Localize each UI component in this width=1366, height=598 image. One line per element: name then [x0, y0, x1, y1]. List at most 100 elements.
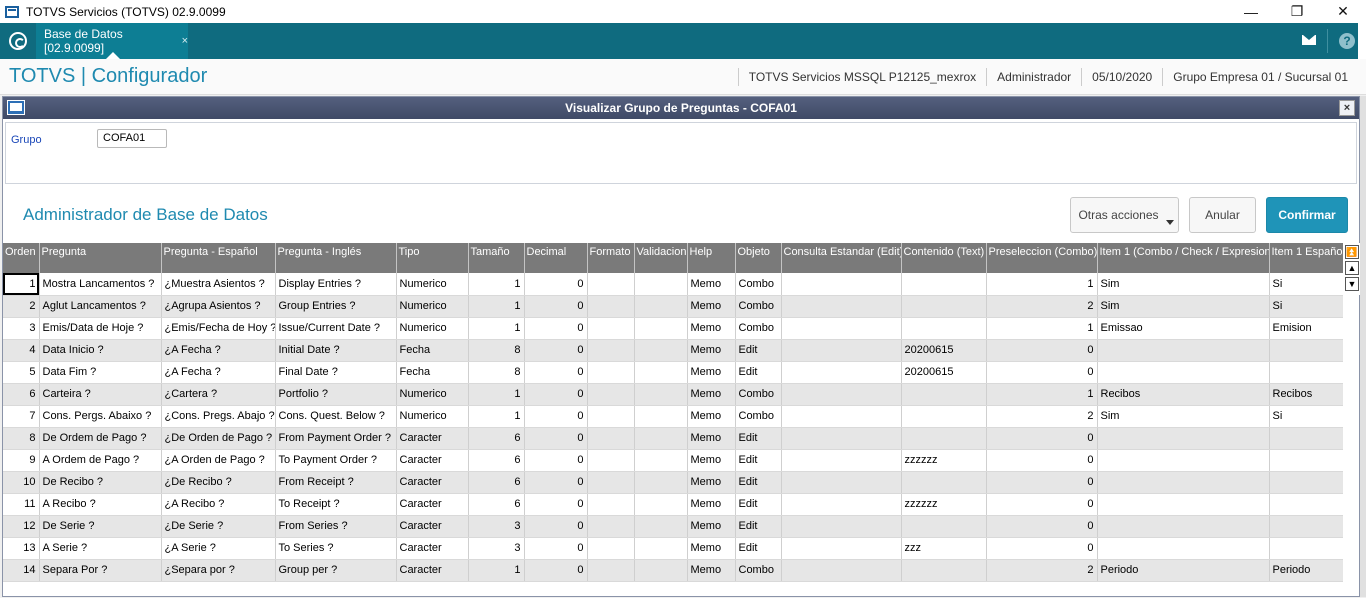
table-cell[interactable]: Si — [1269, 295, 1343, 318]
table-cell[interactable] — [634, 449, 688, 472]
table-cell[interactable] — [587, 515, 635, 538]
table-cell[interactable] — [1097, 471, 1270, 494]
table-cell[interactable]: ¿Agrupa Asientos ? — [161, 295, 276, 318]
table-cell[interactable]: 2 — [3, 295, 40, 318]
table-cell[interactable] — [901, 383, 987, 406]
table-cell[interactable]: From Receipt ? — [275, 471, 397, 494]
table-cell[interactable]: ¿A Fecha ? — [161, 339, 276, 362]
table-cell[interactable] — [1269, 537, 1343, 560]
table-cell[interactable]: 13 — [3, 537, 40, 560]
table-row[interactable]: 1 Mostra Lancamentos ? ¿Muestra Asientos ?… — [3, 273, 1343, 296]
table-cell[interactable] — [634, 427, 688, 450]
table-row[interactable]: 4 Data Inicio ? ¿A Fecha ? Initial Date ? Fe… — [3, 339, 1343, 362]
table-cell[interactable]: Display Entries ? — [275, 273, 397, 296]
table-cell[interactable] — [781, 559, 902, 582]
table-cell[interactable]: A Recibo ? — [39, 493, 162, 516]
table-cell[interactable]: ¿Emis/Fecha de Hoy ? — [161, 317, 276, 340]
table-cell[interactable]: 0 — [524, 405, 588, 428]
column-header[interactable]: Orden — [3, 243, 40, 273]
table-cell[interactable]: Memo — [687, 449, 736, 472]
table-cell[interactable]: 0 — [986, 339, 1098, 362]
table-cell[interactable]: Recibos — [1269, 383, 1343, 406]
table-cell[interactable]: 0 — [986, 361, 1098, 384]
help-icon[interactable]: ? — [1339, 33, 1355, 49]
table-cell[interactable] — [1269, 361, 1343, 384]
table-row[interactable]: 12 De Serie ? ¿De Serie ? From Series ? Cara… — [3, 515, 1343, 538]
table-cell[interactable]: Memo — [687, 537, 736, 560]
questions-table[interactable]: Orden Pregunta Pregunta - Español Pregunta … — [3, 243, 1343, 582]
table-cell[interactable]: Edit — [735, 339, 782, 362]
table-cell[interactable]: Combo — [735, 559, 782, 582]
table-cell[interactable]: 0 — [524, 317, 588, 340]
table-cell[interactable]: 0 — [986, 471, 1098, 494]
table-cell[interactable] — [1269, 449, 1343, 472]
table-cell[interactable]: 0 — [524, 449, 588, 472]
table-row[interactable]: 11 A Recibo ? ¿A Recibo ? To Receipt ? Carac… — [3, 493, 1343, 516]
table-cell[interactable]: A Ordem de Pago ? — [39, 449, 162, 472]
totvs-logo-icon[interactable] — [9, 32, 27, 50]
table-row[interactable]: 3 Emis/Data de Hoje ? ¿Emis/Fecha de Hoy ?… — [3, 317, 1343, 340]
table-cell[interactable]: Edit — [735, 493, 782, 516]
tab-close-icon[interactable]: × — [182, 35, 188, 47]
table-cell[interactable] — [1097, 427, 1270, 450]
table-cell[interactable] — [901, 559, 987, 582]
minimize-icon[interactable]: — — [1228, 0, 1274, 23]
table-cell[interactable]: Numerico — [396, 405, 469, 428]
confirmar-button[interactable]: Confirmar — [1266, 197, 1348, 233]
table-cell[interactable] — [587, 317, 635, 340]
table-cell[interactable]: Memo — [687, 383, 736, 406]
table-cell[interactable]: Portfolio ? — [275, 383, 397, 406]
table-cell[interactable]: Sim — [1097, 405, 1270, 428]
table-cell[interactable]: ¿A Recibo ? — [161, 493, 276, 516]
table-cell[interactable]: 4 — [3, 339, 40, 362]
grupo-field[interactable]: COFA01 — [97, 129, 167, 148]
table-cell[interactable]: 3 — [468, 515, 525, 538]
table-cell[interactable]: Sim — [1097, 273, 1270, 296]
table-cell[interactable]: 14 — [3, 559, 40, 582]
table-cell[interactable]: 1 — [468, 559, 525, 582]
table-row[interactable]: 8 De Ordem de Pago ? ¿De Orden de Pago ? Fr… — [3, 427, 1343, 450]
table-cell[interactable]: Group per ? — [275, 559, 397, 582]
table-cell[interactable]: zzzzzz — [901, 449, 987, 472]
table-cell[interactable]: 0 — [524, 537, 588, 560]
table-cell[interactable]: 6 — [468, 449, 525, 472]
table-cell[interactable]: From Payment Order ? — [275, 427, 397, 450]
table-cell[interactable]: ¿A Orden de Pago ? — [161, 449, 276, 472]
table-cell[interactable] — [634, 317, 688, 340]
table-cell[interactable]: zzzzzz — [901, 493, 987, 516]
table-cell[interactable]: Memo — [687, 427, 736, 450]
table-cell[interactable] — [781, 273, 902, 296]
table-cell[interactable]: ¿Muestra Asientos ? — [161, 273, 276, 296]
table-cell[interactable]: ¿Separa por ? — [161, 559, 276, 582]
table-cell[interactable] — [781, 515, 902, 538]
table-cell[interactable]: Carteira ? — [39, 383, 162, 406]
table-cell[interactable]: Edit — [735, 537, 782, 560]
column-header[interactable]: Decimal — [524, 243, 588, 273]
table-cell[interactable] — [587, 537, 635, 560]
table-cell[interactable]: Edit — [735, 471, 782, 494]
table-cell[interactable]: Memo — [687, 295, 736, 318]
table-cell[interactable]: Fecha — [396, 339, 469, 362]
table-cell[interactable] — [1097, 449, 1270, 472]
table-cell[interactable]: Combo — [735, 295, 782, 318]
table-cell[interactable] — [587, 471, 635, 494]
table-cell[interactable]: Periodo — [1269, 559, 1343, 582]
table-cell[interactable]: 12 — [3, 515, 40, 538]
table-cell[interactable] — [781, 383, 902, 406]
table-cell[interactable]: To Payment Order ? — [275, 449, 397, 472]
scroll-down-icon[interactable]: ▼ — [1345, 277, 1359, 291]
table-cell[interactable]: 0 — [986, 515, 1098, 538]
table-cell[interactable]: Caracter — [396, 471, 469, 494]
table-row[interactable]: 13 A Serie ? ¿A Serie ? To Series ? Caracter… — [3, 537, 1343, 560]
table-cell[interactable]: 0 — [986, 427, 1098, 450]
table-cell[interactable]: Edit — [735, 515, 782, 538]
table-cell[interactable]: Emis/Data de Hoje ? — [39, 317, 162, 340]
table-cell[interactable]: Memo — [687, 361, 736, 384]
table-cell[interactable]: 0 — [524, 295, 588, 318]
table-cell[interactable]: 1 — [468, 405, 525, 428]
table-row[interactable]: 14 Separa Por ? ¿Separa por ? Group per ? Ca… — [3, 559, 1343, 582]
table-cell[interactable]: Numerico — [396, 383, 469, 406]
table-cell[interactable] — [634, 493, 688, 516]
table-cell[interactable]: Emision — [1269, 317, 1343, 340]
table-cell[interactable] — [587, 383, 635, 406]
